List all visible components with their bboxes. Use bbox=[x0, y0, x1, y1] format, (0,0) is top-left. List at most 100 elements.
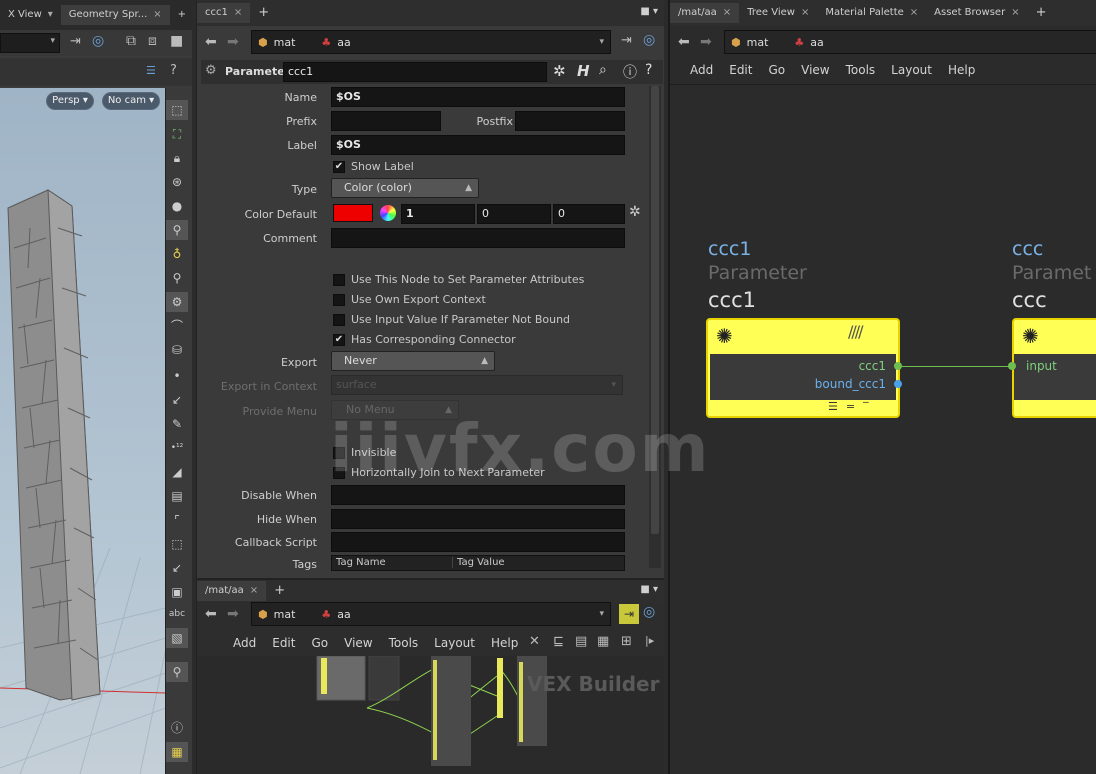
menu-add[interactable]: Add bbox=[690, 63, 713, 77]
provide-menu-button[interactable]: No Menu ▲ bbox=[331, 400, 459, 420]
param-scrollbar[interactable] bbox=[649, 86, 661, 568]
menu-edit[interactable]: Edit bbox=[729, 63, 752, 77]
forward-icon[interactable]: ➡ bbox=[227, 606, 239, 622]
search-icon[interactable]: ⌕ bbox=[599, 62, 607, 78]
path-network[interactable]: mat bbox=[274, 36, 296, 49]
menu-help[interactable]: Help bbox=[948, 63, 975, 77]
node2-input[interactable]: input bbox=[1026, 359, 1057, 373]
fill-icon[interactable]: ◢ bbox=[166, 462, 188, 482]
forward-icon[interactable]: ➡ bbox=[227, 34, 239, 50]
menu-view[interactable]: View bbox=[344, 636, 372, 650]
connection-wire[interactable] bbox=[902, 366, 1014, 367]
node1-output-ccc1[interactable]: ccc1 bbox=[859, 359, 886, 373]
tab-ccc1[interactable]: ccc1 × bbox=[197, 3, 251, 23]
pane-menu-icon[interactable]: ■ ▾ bbox=[640, 6, 658, 17]
horizontal-join-checkbox[interactable] bbox=[333, 467, 345, 479]
pin-icon[interactable]: ⇥ bbox=[70, 34, 81, 49]
back-icon[interactable]: ⬅ bbox=[678, 34, 690, 50]
align-icon[interactable]: ☰ bbox=[146, 64, 156, 77]
path-node[interactable]: aa bbox=[337, 608, 350, 621]
viewport-path-field[interactable]: ▾ bbox=[0, 33, 60, 53]
magnet-icon[interactable]: ⌒ bbox=[166, 316, 188, 336]
pane-menu-icon[interactable]: ■ ▾ bbox=[640, 584, 658, 595]
node1-out2-dot[interactable] bbox=[894, 380, 902, 388]
help-h-icon[interactable]: H bbox=[577, 62, 590, 80]
type-menu[interactable]: Color (color) ▲ bbox=[331, 178, 479, 198]
view-square-icon[interactable]: ■ bbox=[170, 33, 183, 49]
path-network[interactable]: mat bbox=[747, 36, 769, 49]
export-context-menu[interactable]: surface ▾ bbox=[331, 375, 623, 395]
gear-icon[interactable]: ✲ bbox=[553, 62, 566, 80]
tag-name-column[interactable]: Tag Name bbox=[336, 557, 386, 568]
name-field[interactable]: $OS bbox=[331, 87, 625, 107]
add-tab-button[interactable]: + bbox=[266, 581, 293, 601]
color-b-field[interactable]: 0 bbox=[553, 204, 625, 224]
abc-label-icon[interactable]: abc bbox=[166, 604, 188, 624]
info-icon[interactable]: ⓘ bbox=[623, 62, 637, 82]
label-field[interactable]: $OS bbox=[331, 135, 625, 155]
forward-icon[interactable]: ➡ bbox=[700, 34, 712, 50]
select-tool-icon[interactable]: ⬚ bbox=[166, 100, 188, 120]
light-tool-icon[interactable]: ⚲ bbox=[166, 220, 188, 240]
callback-script-field[interactable] bbox=[331, 532, 625, 552]
tab-mat-aa[interactable]: /mat/aa × bbox=[197, 581, 267, 601]
list-icon[interactable]: ▤ bbox=[575, 634, 587, 649]
tab-material-palette[interactable]: Material Palette × bbox=[817, 3, 926, 23]
snap-tool-icon[interactable]: ⚙ bbox=[166, 292, 188, 312]
back-icon[interactable]: ⬅ bbox=[205, 606, 217, 622]
use-input-value-checkbox[interactable] bbox=[333, 314, 345, 326]
use-node-attributes-checkbox[interactable] bbox=[333, 274, 345, 286]
menu-go[interactable]: Go bbox=[768, 63, 785, 77]
info-icon[interactable]: ⓘ bbox=[166, 718, 188, 738]
param-path-bar[interactable]: ⬢ mat ♣ aa ▾ bbox=[251, 30, 611, 54]
back-icon[interactable]: ⬅ bbox=[205, 34, 217, 50]
color-r-field[interactable]: 1 bbox=[401, 204, 475, 224]
image-icon[interactable]: ▧ bbox=[166, 628, 188, 648]
disable-when-field[interactable] bbox=[331, 485, 625, 505]
tree-icon[interactable]: ⊑ bbox=[553, 634, 564, 649]
menu-go[interactable]: Go bbox=[311, 636, 328, 650]
path-dropdown-icon[interactable]: ▾ bbox=[599, 37, 604, 47]
prefix-field[interactable] bbox=[331, 111, 441, 131]
stack-icon[interactable]: ▤ bbox=[166, 486, 188, 506]
tab-x-view[interactable]: X View ▾ bbox=[0, 5, 61, 25]
bulb-icon[interactable]: ♁ bbox=[166, 244, 188, 264]
grid-view-icon[interactable]: ▦ bbox=[597, 634, 609, 649]
bounds-icon[interactable]: ⬚ bbox=[166, 534, 188, 554]
tab-tree-view[interactable]: Tree View × bbox=[739, 3, 817, 23]
brush-icon[interactable]: ✎ bbox=[166, 414, 188, 434]
edge-icon[interactable]: ↙ bbox=[166, 390, 188, 410]
node-name-field[interactable]: ccc1 bbox=[283, 62, 547, 82]
display-options-icon[interactable]: ⧉ bbox=[126, 33, 136, 49]
has-connector-checkbox[interactable]: ✔ bbox=[333, 334, 345, 346]
table-view-icon[interactable]: ⊞ bbox=[621, 634, 632, 649]
node1-box[interactable]: ✺ //// ccc1 bound_ccc1 ☰=‾ bbox=[706, 318, 900, 418]
menu-help[interactable]: Help bbox=[491, 636, 518, 650]
menu-tools[interactable]: Tools bbox=[389, 636, 419, 650]
link-circle-icon[interactable]: ◎ bbox=[643, 32, 655, 48]
more-icon[interactable]: |▸ bbox=[645, 634, 654, 647]
color-g-field[interactable]: 0 bbox=[477, 204, 551, 224]
help-circle-icon[interactable]: ◎ bbox=[92, 33, 104, 49]
target-icon[interactable]: ⊛ bbox=[166, 172, 188, 192]
add-tab-button[interactable]: + bbox=[250, 3, 277, 23]
number-icon[interactable]: •¹² bbox=[166, 438, 188, 458]
camera-menu-button[interactable]: No cam ▾ bbox=[102, 92, 160, 110]
postfix-field[interactable] bbox=[515, 111, 625, 131]
tab-mat-aa[interactable]: /mat/aa × bbox=[670, 3, 740, 23]
pin-icon[interactable]: ⇥ bbox=[621, 33, 632, 48]
group-icon[interactable]: ⛁ bbox=[166, 340, 188, 360]
tab-geometry-spreadsheet[interactable]: Geometry Spr... × bbox=[60, 5, 170, 25]
point-icon[interactable]: • bbox=[166, 366, 188, 386]
color-wheel-icon[interactable] bbox=[380, 205, 396, 221]
corner-icon[interactable]: ⌜ bbox=[166, 510, 188, 530]
sphere-icon[interactable]: ● bbox=[166, 196, 188, 216]
node1-out1-dot[interactable] bbox=[894, 362, 902, 370]
tag-value-column[interactable]: Tag Value bbox=[452, 557, 505, 568]
comment-field[interactable] bbox=[331, 228, 625, 248]
link-circle-icon[interactable]: ◎ bbox=[643, 604, 655, 620]
path-node[interactable]: aa bbox=[337, 36, 350, 49]
viewport-help-icon[interactable]: ? bbox=[170, 63, 177, 78]
bottom-path-bar[interactable]: ⬢ mat ♣ aa ▾ bbox=[251, 602, 611, 626]
persp-menu-button[interactable]: Persp ▾ bbox=[46, 92, 94, 110]
